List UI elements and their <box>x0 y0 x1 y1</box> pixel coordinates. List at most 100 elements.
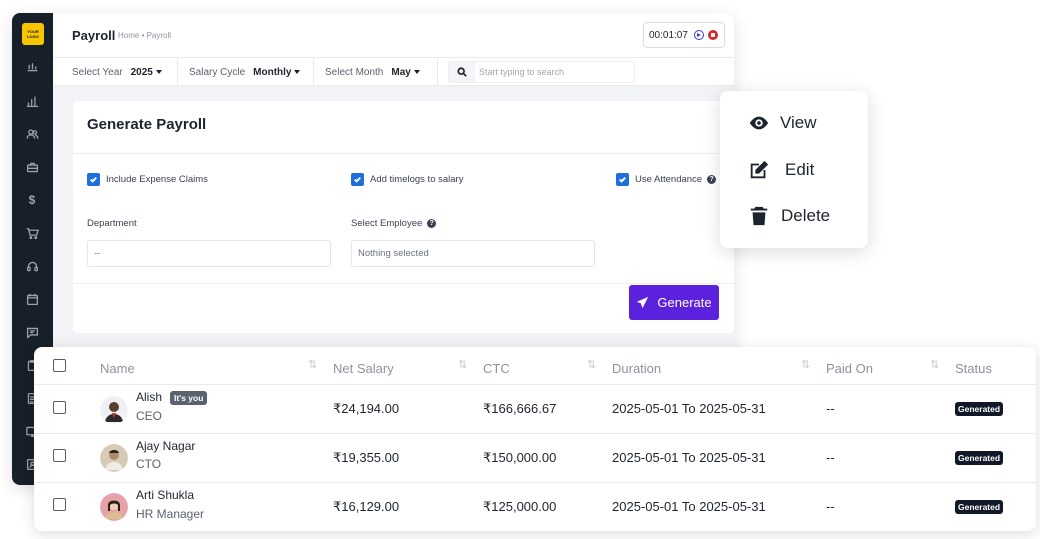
table-header: Name ⇅ Net Salary ⇅ CTC ⇅ Duration ⇅ Pai… <box>34 347 1036 385</box>
search-input[interactable] <box>475 67 630 77</box>
menu-item-delete[interactable]: Delete <box>748 205 830 227</box>
year-filter[interactable]: Select Year 2025 <box>53 58 178 86</box>
checkbox-checked-icon[interactable] <box>351 173 364 186</box>
header-duration[interactable]: Duration <box>612 361 661 376</box>
table-row: Ajay Nagar CTO ₹19,355.00 ₹150,000.00 20… <box>34 434 1036 483</box>
cycle-label: Salary Cycle <box>189 66 246 78</box>
employee-name[interactable]: Ajay Nagar <box>136 439 195 453</box>
sort-icon[interactable]: ⇅ <box>458 358 467 371</box>
menu-item-view[interactable]: View <box>748 112 817 134</box>
year-value: 2025 <box>130 66 153 78</box>
employee-role: HR Manager <box>136 507 205 521</box>
breadcrumb[interactable]: Home • Payroll <box>118 31 171 40</box>
ctc: ₹150,000.00 <box>483 450 557 465</box>
cart-icon[interactable] <box>24 225 40 241</box>
divider <box>73 283 734 284</box>
include-expense-checkbox[interactable]: Include Expense Claims <box>87 173 208 186</box>
duration: 2025-05-01 To 2025-05-31 <box>612 401 766 416</box>
duration: 2025-05-01 To 2025-05-31 <box>612 450 766 465</box>
status-badge: Generated <box>955 451 1004 465</box>
employee-name[interactable]: Arti Shukla <box>136 488 194 502</box>
its-you-badge: It's you <box>170 391 208 405</box>
sort-icon[interactable]: ⇅ <box>801 358 810 371</box>
status-badge: Generated <box>955 500 1004 514</box>
checkbox-checked-icon[interactable] <box>616 173 629 186</box>
chevron-down-icon <box>294 70 301 74</box>
reports-icon[interactable] <box>24 93 40 109</box>
menu-delete-label: Delete <box>781 206 831 225</box>
payroll-table: Name ⇅ Net Salary ⇅ CTC ⇅ Duration ⇅ Pai… <box>34 347 1036 531</box>
department-select[interactable]: -- <box>87 240 331 267</box>
header-net-salary[interactable]: Net Salary <box>333 361 394 376</box>
timer-value: 00:01:07 <box>649 29 688 41</box>
chevron-down-icon <box>413 70 420 74</box>
filter-bar: Select Year 2025 Salary Cycle Monthly Se… <box>53 58 734 86</box>
checkbox-checked-icon[interactable] <box>87 173 100 186</box>
department-label: Department <box>87 218 137 229</box>
use-attendance-checkbox[interactable]: Use Attendance ? <box>616 173 717 186</box>
play-icon[interactable] <box>693 30 704 40</box>
sort-icon[interactable]: ⇅ <box>930 358 939 371</box>
add-timelogs-label: Add timelogs to salary <box>370 174 464 185</box>
employee-role: CTO <box>136 457 162 471</box>
avatar <box>100 493 128 521</box>
dashboard-icon[interactable] <box>24 58 40 74</box>
header-status[interactable]: Status <box>955 361 992 376</box>
headset-icon[interactable] <box>24 258 40 274</box>
net-salary: ₹19,355.00 <box>333 450 400 465</box>
table-row: Arti Shukla HR Manager ₹16,129.00 ₹125,0… <box>34 483 1036 531</box>
search-icon[interactable] <box>449 62 475 82</box>
month-value: May <box>391 66 411 78</box>
employee-select[interactable]: Nothing selected <box>351 240 595 267</box>
header-ctc[interactable]: CTC <box>483 361 510 376</box>
include-expense-label: Include Expense Claims <box>106 174 208 185</box>
send-icon <box>637 296 649 309</box>
duration: 2025-05-01 To 2025-05-31 <box>612 499 766 514</box>
select-all-checkbox[interactable] <box>53 359 66 372</box>
sort-icon[interactable]: ⇅ <box>308 358 317 371</box>
header-paid-on[interactable]: Paid On <box>826 361 873 376</box>
employee-name[interactable]: Alish <box>136 390 162 404</box>
edit-icon <box>750 160 769 179</box>
help-icon[interactable]: ? <box>707 175 717 184</box>
use-attendance-label: Use Attendance <box>635 174 703 185</box>
finance-icon[interactable]: $ <box>24 192 40 208</box>
row-checkbox[interactable] <box>53 498 66 511</box>
chevron-down-icon <box>155 70 162 74</box>
year-label: Select Year <box>72 66 123 78</box>
avatar <box>100 396 128 424</box>
employee-role: CEO <box>136 409 163 423</box>
row-checkbox[interactable] <box>53 449 66 462</box>
time-tracker: 00:01:07 <box>643 22 725 48</box>
top-bar: Payroll Home • Payroll 00:01:07 <box>53 13 734 58</box>
stop-icon[interactable] <box>707 30 718 40</box>
employee-label-group: Select Employee ? <box>351 218 437 229</box>
header-name[interactable]: Name <box>100 361 135 376</box>
search-box <box>448 61 635 83</box>
month-filter[interactable]: Select Month May <box>314 58 438 86</box>
divider <box>73 153 734 154</box>
users-icon[interactable] <box>24 126 40 142</box>
messages-icon[interactable] <box>24 324 40 340</box>
generate-button[interactable]: Generate <box>629 285 719 320</box>
trash-icon <box>750 206 768 226</box>
cycle-value: Monthly <box>253 66 292 78</box>
paid-on: -- <box>826 450 835 465</box>
table-row: Alish It's you CEO ₹24,194.00 ₹166,666.6… <box>34 385 1036 434</box>
sort-icon[interactable]: ⇅ <box>587 358 596 371</box>
company-logo[interactable]: YOUR LOGO <box>22 23 44 45</box>
menu-view-label: View <box>780 113 817 132</box>
calendar-icon[interactable] <box>24 291 40 307</box>
row-checkbox[interactable] <box>53 401 66 414</box>
help-icon[interactable]: ? <box>427 219 437 228</box>
menu-item-edit[interactable]: Edit <box>748 159 814 181</box>
page-title: Payroll <box>72 28 116 43</box>
salary-cycle-filter[interactable]: Salary Cycle Monthly <box>178 58 314 86</box>
briefcase-icon[interactable] <box>24 159 40 175</box>
ctc: ₹125,000.00 <box>483 499 557 514</box>
status-badge: Generated <box>955 402 1004 416</box>
add-timelogs-checkbox[interactable]: Add timelogs to salary <box>351 173 463 186</box>
ctc: ₹166,666.67 <box>483 401 557 416</box>
paid-on: -- <box>826 499 835 514</box>
eye-icon <box>749 116 769 130</box>
